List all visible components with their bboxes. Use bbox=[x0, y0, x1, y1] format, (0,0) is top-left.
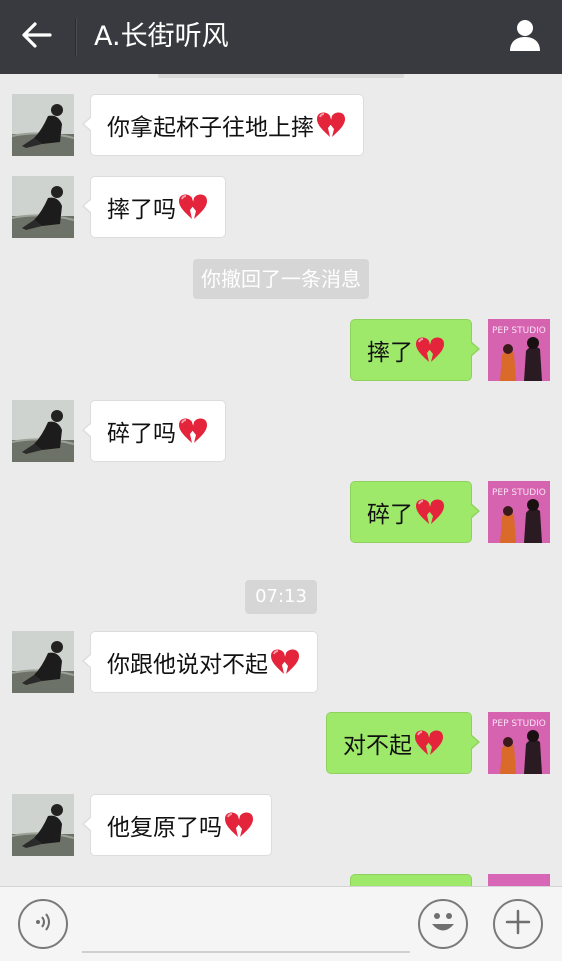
profile-button[interactable] bbox=[502, 14, 548, 60]
broken-heart-icon bbox=[315, 111, 347, 139]
message-text: 碎了 bbox=[367, 502, 413, 528]
message-text: 他复原了吗 bbox=[107, 815, 222, 841]
self-avatar[interactable]: PEP STUDIO bbox=[488, 712, 550, 774]
incoming-message-bubble[interactable]: 碎了吗 bbox=[82, 400, 226, 462]
chat-title: A.长街听风 bbox=[94, 21, 229, 52]
plus-icon bbox=[504, 908, 532, 940]
broken-heart-icon bbox=[177, 193, 209, 221]
chat-header: A.长街听风 bbox=[0, 0, 562, 74]
contact-avatar[interactable] bbox=[12, 94, 74, 156]
smiley-icon bbox=[426, 905, 460, 943]
self-avatar[interactable]: PEP STUDIO bbox=[488, 319, 550, 381]
contact-avatar[interactable] bbox=[12, 794, 74, 856]
message-text: 摔了 bbox=[367, 340, 413, 366]
outgoing-message-bubble[interactable]: 碎了 bbox=[350, 481, 480, 543]
person-icon bbox=[507, 17, 543, 57]
arrow-left-icon bbox=[22, 22, 52, 52]
incoming-message-bubble[interactable]: 你跟他说对不起 bbox=[82, 631, 318, 693]
message-text: 你跟他说对不起 bbox=[107, 652, 268, 678]
input-bar bbox=[0, 886, 562, 961]
incoming-message-bubble[interactable]: 他复原了吗 bbox=[82, 794, 272, 856]
timestamp: 07:13 bbox=[245, 580, 317, 614]
self-avatar-text: PEP STUDIO bbox=[492, 488, 546, 498]
contact-avatar[interactable] bbox=[12, 631, 74, 693]
header-divider bbox=[75, 18, 76, 56]
self-avatar-partial[interactable] bbox=[488, 874, 550, 886]
broken-heart-icon bbox=[413, 729, 445, 757]
self-avatar[interactable]: PEP STUDIO bbox=[488, 481, 550, 543]
message-input[interactable] bbox=[82, 905, 410, 953]
outgoing-message-bubble[interactable]: 摔了 bbox=[350, 319, 480, 381]
self-avatar-text: PEP STUDIO bbox=[492, 719, 546, 729]
outgoing-message-bubble[interactable]: 对不起 bbox=[326, 712, 480, 774]
broken-heart-icon bbox=[177, 417, 209, 445]
incoming-message-bubble[interactable]: 摔了吗 bbox=[82, 176, 226, 238]
voice-button[interactable] bbox=[18, 899, 68, 949]
broken-heart-icon bbox=[414, 336, 446, 364]
outgoing-message-bubble-partial[interactable] bbox=[350, 874, 472, 886]
more-button[interactable] bbox=[493, 899, 543, 949]
emoji-button[interactable] bbox=[418, 899, 468, 949]
voice-icon bbox=[32, 911, 54, 937]
recall-notice: 你撤回了一条消息 bbox=[193, 259, 369, 299]
message-text: 摔了吗 bbox=[107, 197, 176, 223]
broken-heart-icon bbox=[414, 498, 446, 526]
self-avatar-text: PEP STUDIO bbox=[492, 326, 546, 336]
broken-heart-icon bbox=[269, 648, 301, 676]
contact-avatar[interactable] bbox=[12, 176, 74, 238]
broken-heart-icon bbox=[223, 811, 255, 839]
back-button[interactable] bbox=[14, 16, 60, 58]
message-list[interactable]: 你拿起杯子往地上摔 摔了吗 你撤回了一条消息 摔了 PEP STUDIO 碎了吗 bbox=[0, 74, 562, 886]
message-text: 你拿起杯子往地上摔 bbox=[107, 115, 314, 141]
contact-avatar[interactable] bbox=[12, 400, 74, 462]
message-text: 对不起 bbox=[343, 733, 412, 759]
incoming-message-bubble[interactable]: 你拿起杯子往地上摔 bbox=[82, 94, 364, 156]
message-text: 碎了吗 bbox=[107, 421, 176, 447]
